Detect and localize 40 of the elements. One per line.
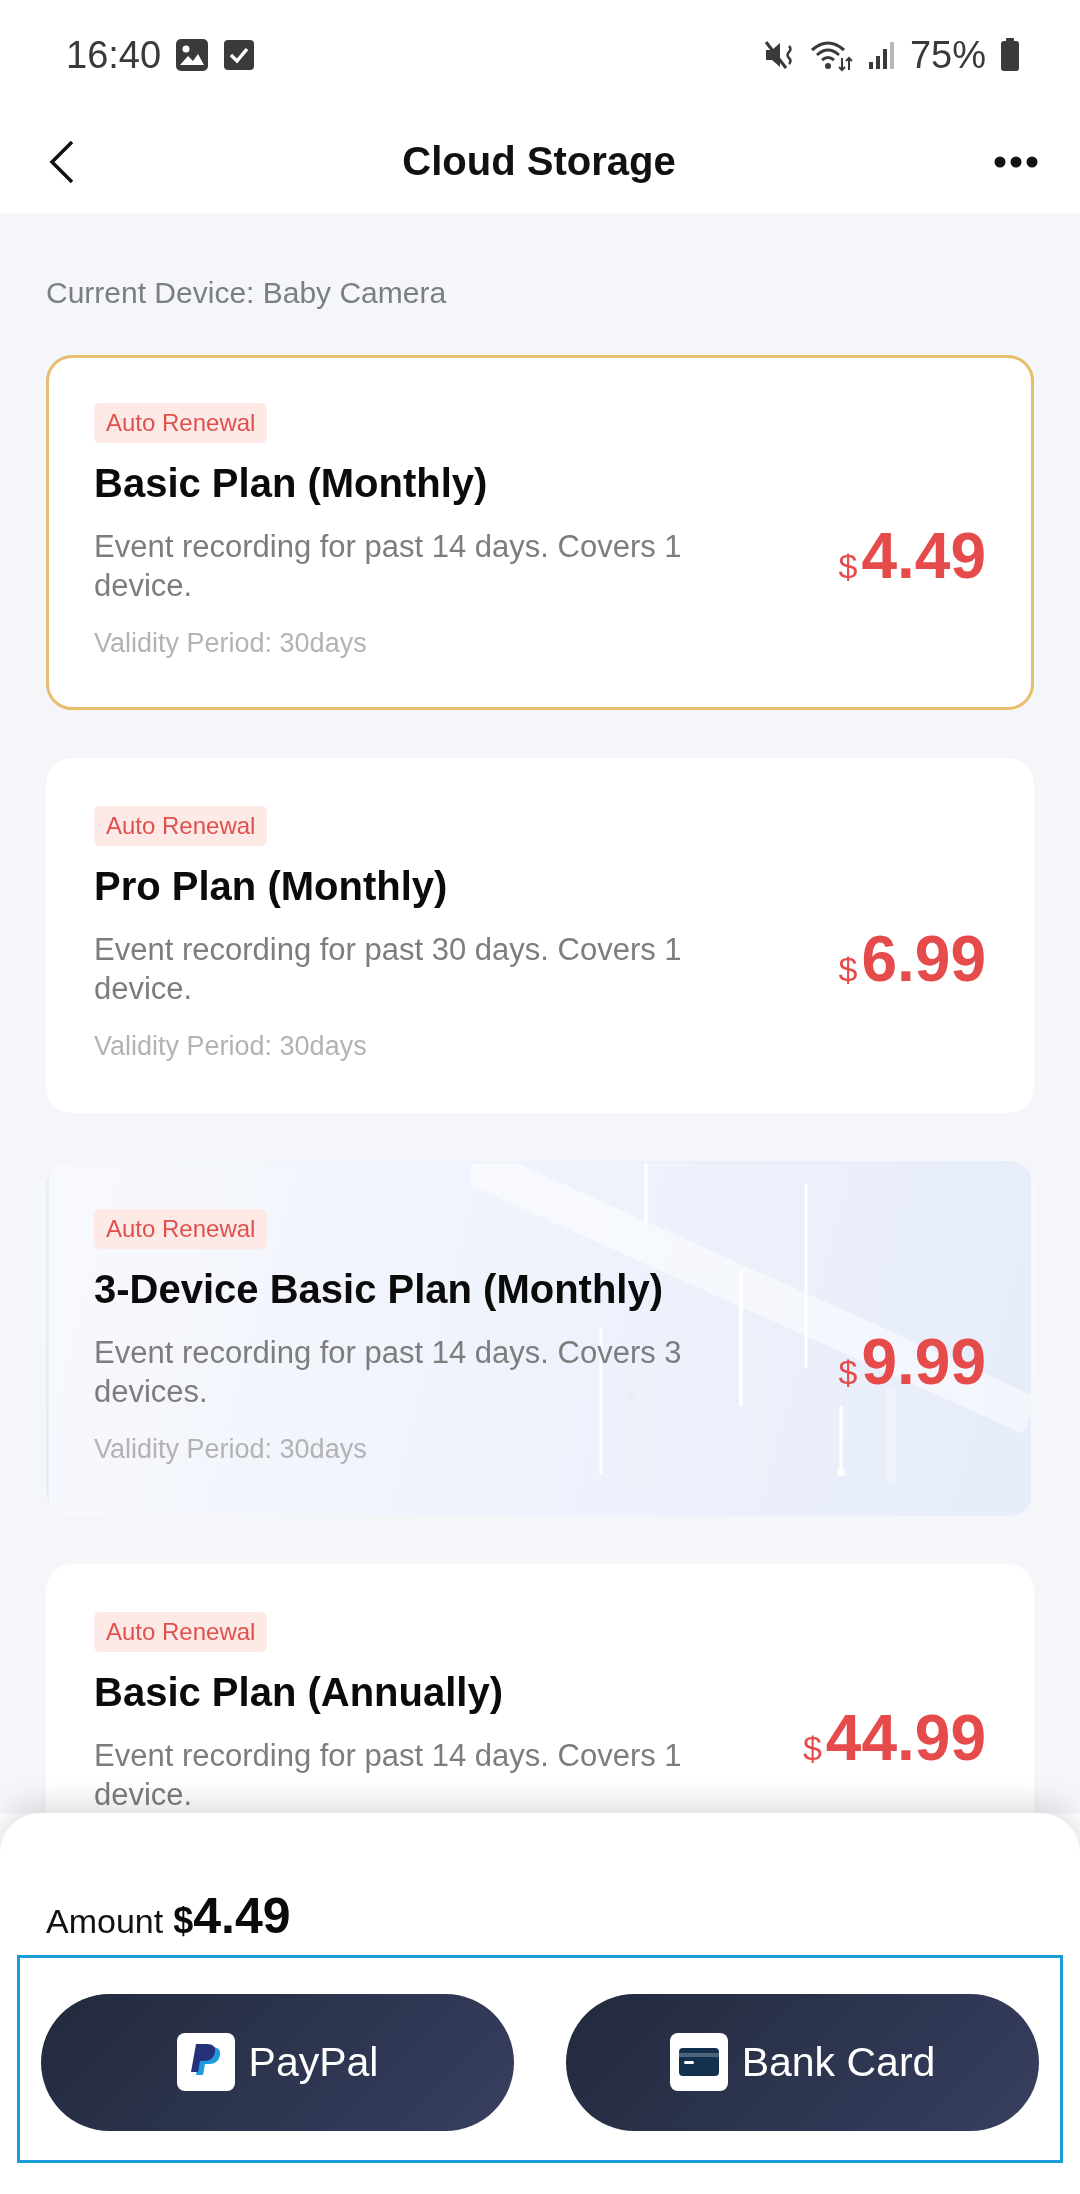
validity-period: Validity Period: 30days (94, 1433, 367, 1465)
plan-card[interactable]: Auto Renewal Basic Plan (Annually) Event recording for past 14 days. Covers 1 device. $44.99 (46, 1564, 1034, 1813)
plan-description: Event recording for past 14 days. Covers 1 device. (94, 528, 683, 605)
plan-description: Event recording for past 30 days. Covers 1 device. (94, 931, 683, 1008)
amount-value: $4.49 (173, 1887, 291, 1945)
current-device-text: Current Device: Baby Camera (46, 275, 448, 311)
payment-button[interactable]: Bank Card (566, 1993, 1039, 2131)
check-square-icon (223, 39, 256, 71)
page-title: Cloud Storage (402, 139, 676, 184)
payment-button[interactable]: PayPal (41, 1993, 514, 2131)
plan-card[interactable]: Auto Renewal Basic Plan (Monthly) Event recording for past 14 days. Covers 1 device. Validity Period: 30days $4.49 (46, 355, 1034, 710)
wifi-icon (809, 38, 854, 72)
amount-label: Amount (46, 1902, 164, 1941)
signal-icon (867, 40, 896, 70)
status-time: 16:40 (66, 33, 162, 77)
plan-name: 3-Device Basic Plan (Monthly) (94, 1266, 664, 1313)
bank-card-icon (669, 2033, 728, 2091)
auto-renewal-tag: Auto Renewal (94, 806, 268, 846)
plan-price: $44.99 (802, 1701, 986, 1775)
p-logo-icon (176, 2033, 235, 2091)
plan-price: $9.99 (838, 1325, 986, 1399)
auto-renewal-tag: Auto Renewal (94, 1612, 268, 1652)
plan-description: Event recording for past 14 days. Covers 1 device. (94, 1737, 683, 1813)
battery-icon (1000, 38, 1020, 72)
plan-name: Pro Plan (Monthly) (94, 863, 448, 910)
validity-period: Validity Period: 30days (94, 1030, 367, 1062)
back-chevron-icon (49, 139, 75, 184)
plan-price: $6.99 (838, 922, 986, 996)
plan-name: Basic Plan (Monthly) (94, 460, 488, 507)
auto-renewal-tag: Auto Renewal (94, 1209, 268, 1249)
auto-renewal-tag: Auto Renewal (94, 403, 268, 443)
plan-description: Event recording for past 14 days. Covers 3 devices. (94, 1334, 683, 1411)
plan-price: $4.49 (838, 519, 986, 593)
plan-name: Basic Plan (Annually) (94, 1669, 503, 1716)
image-icon (175, 38, 210, 72)
validity-period: Validity Period: 30days (94, 627, 367, 659)
plan-card[interactable]: Auto Renewal 3-Device Basic Plan (Monthly) Event recording for past 14 days. Covers 3 devices. Validity Period: 30days $9.99 (46, 1161, 1034, 1516)
battery-percent: 75% (909, 33, 986, 77)
plan-card[interactable]: Auto Renewal Pro Plan (Monthly) Event recording for past 30 days. Covers 1 device. Validity Period: 30days $6.99 (46, 758, 1034, 1113)
more-icon (994, 155, 1038, 168)
